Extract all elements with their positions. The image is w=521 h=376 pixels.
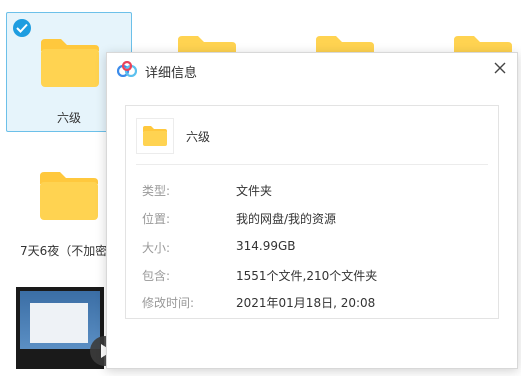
dialog-header: 详细信息 (107, 53, 517, 87)
folder-icon (41, 39, 99, 87)
divider (136, 164, 488, 165)
folder-icon (143, 126, 167, 146)
prop-value-contains: 1551个文件,210个文件夹 (236, 269, 378, 283)
details-panel: 六级 类型: 文件夹 位置: 我的网盘/我的资源 大小: 314.99GB 包含… (125, 105, 499, 319)
checked-icon[interactable] (13, 19, 31, 37)
prop-label-modified: 修改时间: (142, 296, 195, 310)
preview-window (30, 303, 88, 343)
video-preview (20, 291, 100, 349)
prop-value-type: 文件夹 (236, 184, 273, 198)
prop-value-location: 我的网盘/我的资源 (236, 212, 337, 226)
details-dialog: 详细信息 六级 类型: 文件夹 位置: 我的网盘/我的资源 大小: 314.99… (106, 52, 518, 369)
prop-label-size: 大小: (142, 241, 171, 255)
dialog-title: 详细信息 (145, 66, 198, 81)
close-button[interactable] (489, 57, 511, 79)
close-icon (494, 62, 506, 74)
cloud-logo-icon (117, 61, 137, 77)
item-name: 六级 (186, 130, 211, 144)
prop-label-contains: 包含: (142, 269, 171, 283)
prop-value-size: 314.99GB (236, 239, 296, 253)
prop-value-modified: 2021年01月18日, 20:08 (236, 296, 376, 310)
item-icon-frame (136, 118, 174, 154)
prop-label-type: 类型: (142, 184, 171, 198)
folder-icon (40, 172, 98, 220)
prop-label-location: 位置: (142, 212, 171, 226)
video-thumbnail[interactable] (16, 287, 120, 369)
